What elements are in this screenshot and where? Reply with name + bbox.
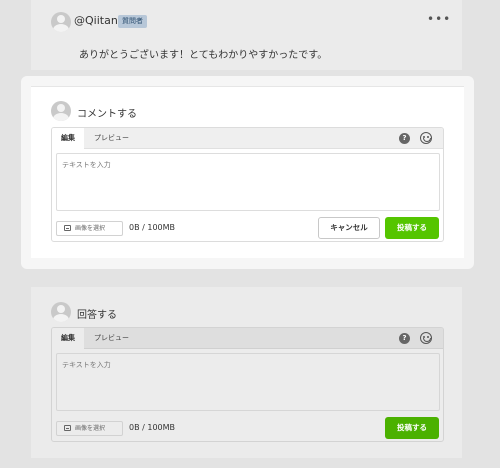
user-avatar[interactable] [51,12,71,32]
select-image-label: 画像を選択 [75,225,106,232]
tab-preview[interactable]: プレビュー [94,328,129,349]
help-icon[interactable]: ? [399,333,410,344]
emoji-icon[interactable] [420,332,432,344]
image-icon [64,225,71,231]
questioner-badge: 質問者 [118,15,147,28]
answer-textarea[interactable] [56,353,440,411]
comment-textarea[interactable] [56,153,440,211]
tab-edit[interactable]: 編集 [52,128,84,149]
comment-form-title: コメントする [77,109,137,120]
answer-user-avatar [51,302,71,322]
submit-comment-button[interactable]: 投稿する [385,217,439,239]
more-options-icon[interactable]: ••• [427,12,451,26]
cancel-button[interactable]: キャンセル [318,217,380,239]
help-icon[interactable]: ? [399,133,410,144]
comment-body: ありがとうございます！とてもわかりやすかったです。 [79,50,328,61]
tab-preview[interactable]: プレビュー [94,128,129,149]
comment-form-highlight: コメントする 編集 プレビュー ? 画像を選択 0B / 100MB キャンセル… [21,76,474,269]
upload-size-label: 0B / 100MB [129,223,176,232]
select-image-button[interactable]: 画像を選択 [56,421,123,436]
divider [31,86,464,87]
answer-editor: 編集 プレビュー ? 画像を選択 0B / 100MB 投稿する [51,327,444,442]
submit-answer-button[interactable]: 投稿する [385,417,439,439]
editor-tabbar: 編集 プレビュー ? [52,328,443,349]
select-image-label: 画像を選択 [75,425,106,432]
editor-tabbar: 編集 プレビュー ? [52,128,443,149]
current-user-avatar [51,101,71,121]
emoji-icon[interactable] [420,132,432,144]
tab-edit[interactable]: 編集 [52,328,84,349]
image-icon [64,425,71,431]
upload-size-label: 0B / 100MB [129,423,176,432]
comment-editor: 編集 プレビュー ? 画像を選択 0B / 100MB キャンセル 投稿する [51,127,444,242]
select-image-button[interactable]: 画像を選択 [56,221,123,236]
comment-username[interactable]: @Qiitan [74,14,118,27]
answer-form-title: 回答する [77,310,117,321]
